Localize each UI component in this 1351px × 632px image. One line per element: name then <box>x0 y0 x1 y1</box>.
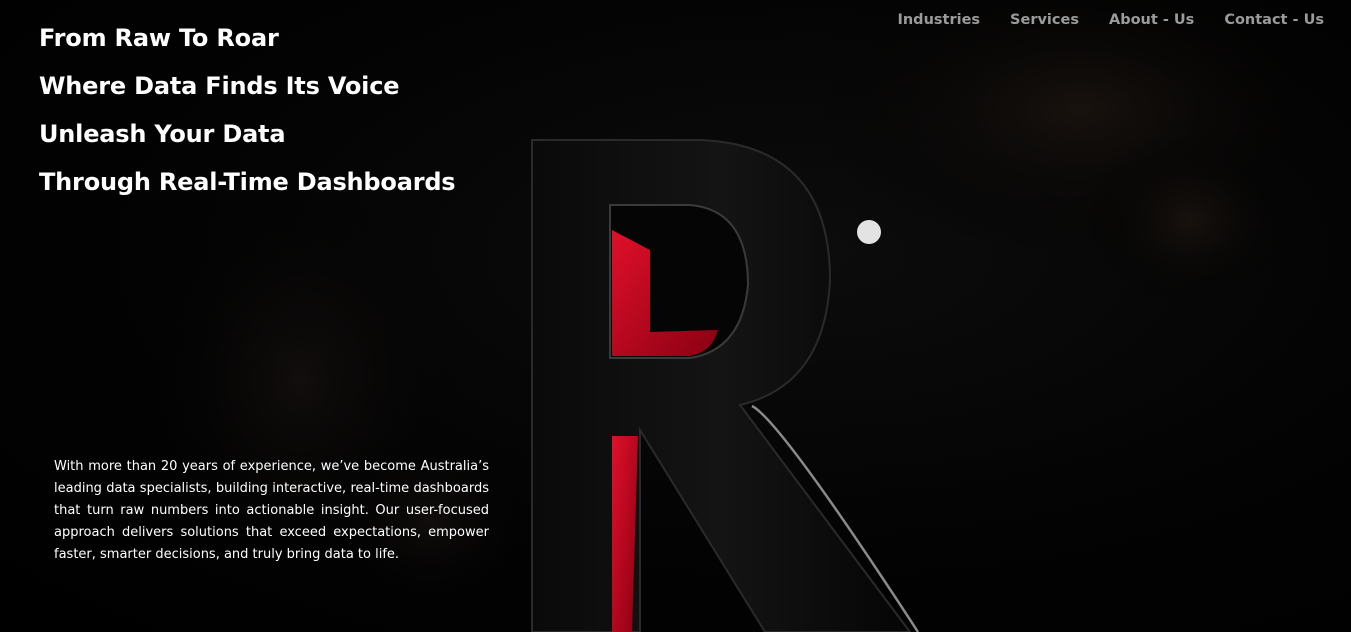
headline-2: Where Data Finds Its Voice <box>39 72 400 100</box>
nav-link-contact-us[interactable]: Contact - Us <box>1224 10 1324 30</box>
headline-1: From Raw To Roar <box>39 24 279 52</box>
headline-group: From Raw To Roar Where Data Finds Its Vo… <box>39 14 456 206</box>
hero-section: From Raw To Roar Where Data Finds Its Vo… <box>0 0 1351 632</box>
dot-icon <box>857 220 881 244</box>
top-nav: Industries Services About - Us Contact -… <box>897 10 1324 30</box>
nav-link-services[interactable]: Services <box>1010 10 1079 30</box>
r-logo-icon <box>531 139 920 632</box>
hero-description: With more than 20 years of experience, w… <box>54 459 489 562</box>
nav-link-about-us[interactable]: About - Us <box>1109 10 1194 30</box>
nav-link-industries[interactable]: Industries <box>897 10 980 30</box>
headline-4: Through Real-Time Dashboards <box>39 168 456 196</box>
headline-3: Unleash Your Data <box>39 120 286 148</box>
